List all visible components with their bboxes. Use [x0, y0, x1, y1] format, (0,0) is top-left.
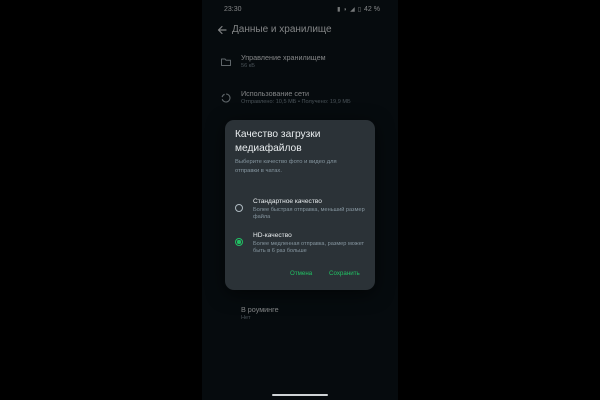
cancel-button[interactable]: Отмена: [287, 268, 315, 279]
save-button[interactable]: Сохранить: [326, 268, 363, 279]
gesture-nav-bar[interactable]: [272, 394, 328, 396]
option-hd-title: HD-качество: [253, 232, 292, 239]
option-hd-description: Более медленная отправка, размер может б…: [253, 241, 365, 254]
dialog-description: Выберите качество фото и видео для отпра…: [235, 159, 337, 174]
media-quality-dialog: Качество загрузки медиафайлов Выберите к…: [225, 120, 375, 290]
option-standard-title: Стандартное качество: [253, 198, 322, 205]
phone-screen: 23:30 ▮ ◗ ◢ ▯ 42 % Данные и хранилище Уп…: [202, 0, 398, 400]
radio-hd[interactable]: [235, 238, 243, 246]
option-standard-quality[interactable]: Стандартное качество Более быстрая отпра…: [225, 198, 375, 228]
option-standard-description: Более быстрая отправка, меньший размер ф…: [253, 207, 365, 220]
dialog-title: Качество загрузки медиафайлов: [235, 129, 321, 154]
radio-standard[interactable]: [235, 204, 243, 212]
option-hd-quality[interactable]: HD-качество Более медленная отправка, ра…: [225, 232, 375, 262]
